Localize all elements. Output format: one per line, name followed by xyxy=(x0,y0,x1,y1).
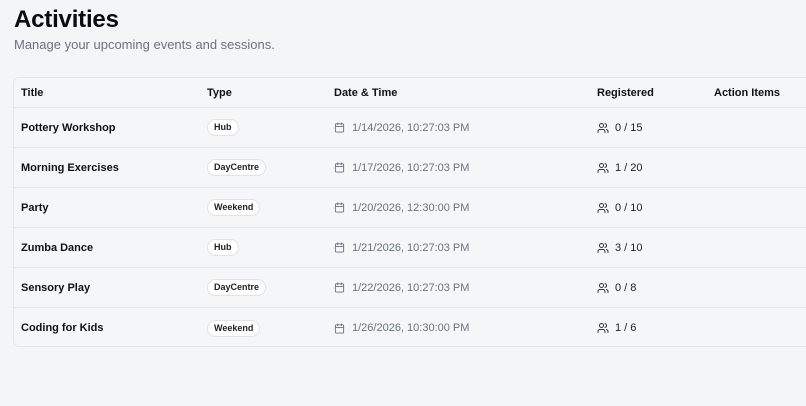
row-registered-cell: 1 / 20 xyxy=(597,148,643,187)
type-badge: Weekend xyxy=(207,319,261,337)
activity-datetime: 1/17/2026, 10:27:03 PM xyxy=(352,161,470,174)
registered-count: 0 / 8 xyxy=(615,281,637,294)
registered-count: 1 / 6 xyxy=(615,322,637,334)
calendar-icon xyxy=(334,202,345,213)
column-header-type[interactable]: Type xyxy=(207,78,232,107)
users-icon xyxy=(597,122,609,134)
table-row[interactable]: Sensory Play DayCentre 1/22/2026, 10:27:03… xyxy=(14,268,806,308)
calendar-icon xyxy=(334,282,345,293)
activity-datetime: 1/26/2026, 10:30:00 PM xyxy=(352,322,470,334)
type-badge: DayCentre xyxy=(207,279,267,296)
calendar-icon xyxy=(334,322,345,334)
users-icon xyxy=(597,202,609,214)
activity-datetime: 1/21/2026, 10:27:03 PM xyxy=(352,241,470,254)
row-date-cell: 1/26/2026, 10:30:00 PM xyxy=(334,308,470,346)
page-subtitle: Manage your upcoming events and sessions… xyxy=(14,37,275,52)
row-date-cell: 1/14/2026, 10:27:03 PM xyxy=(334,108,469,147)
row-title-cell: Coding for Kids xyxy=(21,308,104,346)
users-icon xyxy=(597,322,609,334)
column-header-action-items: Action Items xyxy=(714,86,781,99)
activity-title[interactable]: Party xyxy=(21,202,49,214)
activity-title[interactable]: Coding for Kids xyxy=(21,322,104,334)
users-icon xyxy=(597,242,609,254)
row-title-cell: Zumba Dance xyxy=(21,228,93,267)
registered-count: 0 / 15 xyxy=(615,121,643,134)
row-date-cell: 1/20/2026, 12:30:00 PM xyxy=(334,188,469,227)
type-badge: Hub xyxy=(207,119,239,136)
table-row[interactable]: Zumba Dance Hub 1/21/2026, 10:27:03 PM 3 / … xyxy=(14,228,806,268)
row-date-cell: 1/17/2026, 10:27:03 PM xyxy=(334,148,469,187)
table-row[interactable]: Coding for Kids Weekend 1/26/2026, 10:30:0… xyxy=(14,308,806,346)
row-type-cell: Hub xyxy=(207,108,239,147)
activity-datetime: 1/22/2026, 10:27:03 PM xyxy=(352,281,470,294)
row-title-cell: Party xyxy=(21,188,49,227)
page-title: Activities xyxy=(14,6,119,33)
row-type-cell: Hub xyxy=(207,228,239,267)
row-date-cell: 1/21/2026, 10:27:03 PM xyxy=(334,228,469,267)
row-registered-cell: 0 / 15 xyxy=(597,108,643,147)
row-title-cell: Morning Exercises xyxy=(21,148,119,187)
row-title-cell: Pottery Workshop xyxy=(21,108,116,147)
calendar-icon xyxy=(334,242,345,253)
row-type-cell: Weekend xyxy=(207,308,261,346)
type-badge: Hub xyxy=(207,239,239,256)
registered-count: 1 / 20 xyxy=(615,161,643,174)
calendar-icon xyxy=(334,162,345,173)
row-registered-cell: 0 / 10 xyxy=(597,188,643,227)
activity-datetime: 1/20/2026, 12:30:00 PM xyxy=(352,201,470,214)
column-header-registered[interactable]: Registered xyxy=(597,78,654,107)
column-header-date-time[interactable]: Date & Time xyxy=(334,78,397,107)
row-type-cell: DayCentre xyxy=(207,148,267,187)
table-row[interactable]: Morning Exercises DayCentre 1/17/2026, 10:… xyxy=(14,148,806,188)
table-row[interactable]: Party Weekend 1/20/2026, 12:30:00 PM 0 / 10 xyxy=(14,188,806,228)
row-date-cell: 1/22/2026, 10:27:03 PM xyxy=(334,268,469,307)
table-row[interactable]: Pottery Workshop Hub 1/14/2026, 10:27:03 P… xyxy=(14,108,806,148)
activity-title[interactable]: Pottery Workshop xyxy=(21,122,116,134)
column-header-title[interactable]: Title xyxy=(21,78,43,107)
registered-count: 0 / 10 xyxy=(615,201,643,214)
users-icon xyxy=(597,162,609,174)
row-registered-cell: 3 / 10 xyxy=(597,228,643,267)
type-badge: Weekend xyxy=(207,199,261,216)
table-body: Pottery Workshop Hub 1/14/2026, 10:27:03 P… xyxy=(14,108,806,346)
table-header-row: Title Type Date & Time Registered Action… xyxy=(14,78,806,108)
registered-count: 3 / 10 xyxy=(615,241,643,254)
users-icon xyxy=(597,282,609,294)
row-title-cell: Sensory Play xyxy=(21,268,90,307)
activity-title[interactable]: Morning Exercises xyxy=(21,162,119,174)
row-registered-cell: 0 / 8 xyxy=(597,268,636,307)
row-registered-cell: 1 / 6 xyxy=(597,308,637,346)
type-badge: DayCentre xyxy=(207,159,267,176)
activity-title[interactable]: Sensory Play xyxy=(21,282,90,294)
activities-page: Activities Manage your upcoming events a… xyxy=(0,0,806,406)
activity-datetime: 1/14/2026, 10:27:03 PM xyxy=(352,121,470,134)
row-type-cell: DayCentre xyxy=(207,268,267,307)
calendar-icon xyxy=(334,122,345,133)
row-type-cell: Weekend xyxy=(207,188,261,227)
activity-title[interactable]: Zumba Dance xyxy=(21,242,93,254)
activities-table: Title Type Date & Time Registered Action… xyxy=(13,77,806,347)
